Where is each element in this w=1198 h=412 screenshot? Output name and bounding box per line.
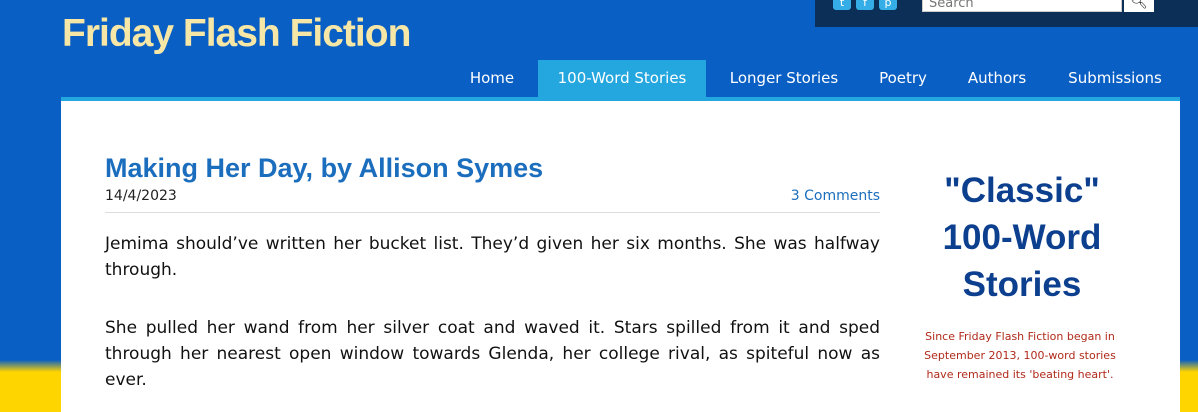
site-title[interactable]: Friday Flash Fiction [62, 12, 411, 56]
pinterest-icon[interactable]: p [879, 0, 897, 10]
nav-longer-stories[interactable]: Longer Stories [718, 60, 850, 97]
nav-home[interactable]: Home [456, 60, 528, 97]
facebook-icon[interactable]: f [856, 0, 874, 10]
nav-authors[interactable]: Authors [955, 60, 1039, 97]
twitter-icon[interactable]: t [833, 0, 851, 10]
post-paragraph: Jemima should’ve written her bucket list… [105, 234, 880, 280]
nav-submissions[interactable]: Submissions [1056, 60, 1174, 97]
nav-100-word-stories[interactable]: 100-Word Stories [538, 60, 706, 97]
post-paragraph: She pulled her wand from her silver coat… [105, 318, 880, 390]
search-icon[interactable]: 🔍︎ [1124, 0, 1154, 12]
top-bar: t f p 🔍︎ [815, 0, 1198, 27]
divider [105, 212, 880, 213]
sidebar-title-line: Stories [962, 265, 1082, 304]
search-input[interactable] [922, 0, 1122, 12]
main-nav: Home 100-Word Stories Longer Stories Poe… [0, 60, 1198, 97]
nav-poetry[interactable]: Poetry [866, 60, 940, 97]
post-date: 14/4/2023 [105, 188, 177, 204]
sidebar-title-line: 100-Word [942, 218, 1102, 257]
sidebar-title-line: "Classic" [944, 171, 1100, 210]
sidebar-text: Since Friday Flash Fiction began in Sept… [924, 330, 1116, 381]
comments-link[interactable]: 3 Comments [791, 188, 880, 204]
post-title[interactable]: Making Her Day, by Allison Symes [105, 153, 543, 184]
sidebar-title: "Classic" 100-Word Stories [901, 167, 1143, 308]
content-panel: Making Her Day, by Allison Symes 14/4/20… [61, 101, 1180, 412]
